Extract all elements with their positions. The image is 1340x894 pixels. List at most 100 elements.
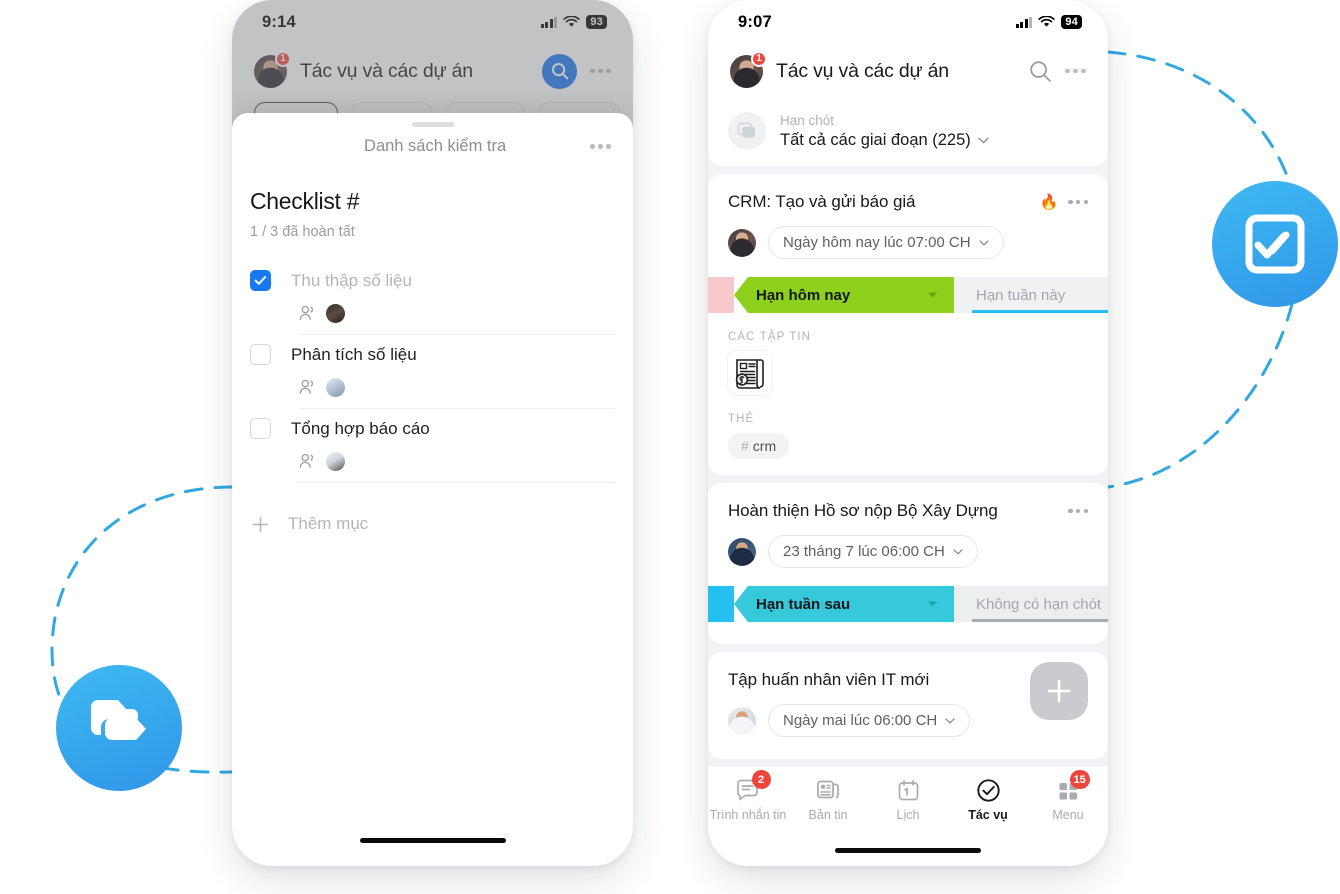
checklist-bottom-sheet: Danh sách kiểm tra Checklist # 1 / 3 đã … xyxy=(232,113,633,866)
list-item[interactable]: Phân tích số liệu xyxy=(250,344,615,418)
list-item[interactable]: Thu thập số liệu xyxy=(250,270,615,344)
add-item-button[interactable]: Thêm mục xyxy=(250,492,615,534)
checkbox-item-1[interactable] xyxy=(250,270,271,291)
battery-indicator: 94 xyxy=(1061,15,1082,29)
task-assignee-avatar[interactable] xyxy=(728,537,756,566)
task-due-date[interactable]: Ngày mai lúc 06:00 CH xyxy=(768,704,971,737)
folders-icon xyxy=(91,700,146,740)
task-card[interactable]: Tập huấn nhân viên IT mới Ngày mai lúc 0… xyxy=(708,652,1108,759)
page-title: Tác vụ và các dự án xyxy=(776,59,949,82)
stack-glyph xyxy=(737,122,755,138)
task-more-options-icon[interactable] xyxy=(1068,508,1088,514)
checklist-name: Checklist # xyxy=(250,188,360,214)
stage-current-label: Hạn hôm nay xyxy=(756,286,851,304)
flame-icon: 🔥 xyxy=(1039,193,1059,211)
checkbox-item-2[interactable] xyxy=(250,344,271,365)
task-due-date-text: Ngày hôm nay lúc 07:00 CH xyxy=(783,234,971,251)
task-assignee-avatar[interactable] xyxy=(728,706,756,735)
sheet-body: Checklist # 1 / 3 đã hoàn tất Thu thập s xyxy=(232,156,633,534)
checklist-item-label: Thu thập số liệu xyxy=(291,270,412,290)
task-due-date[interactable]: Ngày hôm nay lúc 07:00 CH xyxy=(768,226,1004,259)
stage-current-label: Hạn tuần sau xyxy=(756,595,851,613)
left-phone-screen: 9:14 93 1 Tác vụ và các dự án Danh sách … xyxy=(232,0,633,866)
nav-item-menu[interactable]: 15 Menu xyxy=(1028,770,1108,822)
right-phone-screen: 9:07 94 1 Tác vụ và các dự án Hạn chót T… xyxy=(708,0,1108,866)
assignee-avatar xyxy=(326,303,345,323)
files-section-label: CÁC TẬP TIN xyxy=(728,331,812,343)
nav-item-tasks[interactable]: Tác vụ xyxy=(948,778,1028,822)
chevron-down-icon xyxy=(978,137,989,144)
deadline-filter-row[interactable]: Hạn chót Tất cả các giai đoạn (225) xyxy=(708,98,1108,166)
search-button[interactable] xyxy=(1029,60,1052,83)
task-list-scroll[interactable]: Hạn chót Tất cả các giai đoạn (225) CRM:… xyxy=(708,98,1108,866)
calendar-icon xyxy=(897,778,920,802)
avatar[interactable]: 1 xyxy=(730,50,767,88)
sheet-more-options-icon[interactable] xyxy=(590,144,611,149)
checkbox-double-check-icon-badge xyxy=(1212,181,1338,307)
stage-current-chip[interactable]: Hạn hôm nay xyxy=(734,277,954,313)
grid-menu-icon: 15 xyxy=(1057,770,1090,802)
right-phone-frame: 9:07 94 1 Tác vụ và các dự án Hạn chót T… xyxy=(708,0,1108,866)
left-phone-frame: 9:14 93 1 Tác vụ và các dự án Danh sách … xyxy=(232,0,633,866)
tags-section-label: THẺ xyxy=(728,413,755,425)
assignee-avatar xyxy=(326,451,345,471)
filter-label: Hạn chót xyxy=(780,113,835,129)
sheet-header: Danh sách kiểm tra xyxy=(232,127,633,156)
divider xyxy=(299,482,615,483)
add-item-label: Thêm mục xyxy=(288,514,369,533)
task-due-date-text: 23 tháng 7 lúc 06:00 CH xyxy=(783,543,945,560)
tag-chip[interactable]: # crm xyxy=(728,433,790,459)
task-due-date[interactable]: 23 tháng 7 lúc 06:00 CH xyxy=(768,535,978,568)
folders-icon-badge xyxy=(56,665,182,791)
status-bar: 9:07 94 xyxy=(708,0,1108,44)
tag-label: crm xyxy=(752,438,777,454)
list-item[interactable]: Tổng hợp báo cáo xyxy=(250,418,615,492)
task-card[interactable]: Hoàn thiện Hồ sơ nộp Bộ Xây Dựng 23 thán… xyxy=(708,483,1108,644)
plus-icon xyxy=(252,516,269,532)
decorative-dashed-arcs xyxy=(50,50,1302,774)
nav-badge: 15 xyxy=(1069,770,1090,789)
checkbox-item-3[interactable] xyxy=(250,418,271,439)
home-indicator xyxy=(835,848,981,853)
wifi-icon xyxy=(1038,16,1056,27)
nav-item-calendar[interactable]: Lịch xyxy=(868,778,948,822)
task-title: Hoàn thiện Hồ sơ nộp Bộ Xây Dựng xyxy=(728,501,998,520)
nav-label: Bản tin xyxy=(808,808,848,822)
checklist-items: Thu thập số liệu Phân tích số liệu Tổng … xyxy=(250,270,615,534)
checklist-item-assignees[interactable] xyxy=(250,302,615,324)
invoice-document-icon[interactable] xyxy=(728,351,772,395)
checklist-item-assignees[interactable] xyxy=(250,376,615,398)
task-card[interactable]: CRM: Tạo và gửi báo giá 🔥 Ngày hôm nay l… xyxy=(708,174,1108,475)
nav-item-messenger[interactable]: 2 Trình nhắn tin xyxy=(708,770,788,822)
nav-label: Tác vụ xyxy=(968,808,1008,822)
filter-value[interactable]: Tất cả các giai đoạn (225) xyxy=(780,131,1088,150)
more-options-icon[interactable] xyxy=(1065,68,1086,74)
task-more-options-icon[interactable] xyxy=(1068,199,1088,205)
nav-badge: 2 xyxy=(751,770,771,789)
checkbox-double-check-icon xyxy=(1245,214,1305,274)
stage-current-chip[interactable]: Hạn tuần sau xyxy=(734,586,954,622)
nav-label: Lịch xyxy=(896,808,920,822)
chevron-down-icon xyxy=(978,239,989,246)
sheet-title: Danh sách kiểm tra xyxy=(364,137,507,155)
stage-next-slot[interactable]: Không có hạn chót xyxy=(954,586,1108,622)
checklist-progress: 1 / 3 đã hoàn tất xyxy=(250,224,355,240)
nav-item-newsfeed[interactable]: Bản tin xyxy=(788,778,868,822)
stage-edge-marker xyxy=(708,586,734,622)
checklist-item-label: Tổng hợp báo cáo xyxy=(291,418,430,438)
stage-bar[interactable]: Hạn hôm nay Hạn tuần này xyxy=(708,277,1108,313)
caret-down-icon xyxy=(927,601,938,607)
avatar-notification-badge: 1 xyxy=(751,50,767,67)
checklist-item-assignees[interactable] xyxy=(250,450,615,472)
stage-next-label: Hạn tuần này xyxy=(976,286,1066,304)
canvas: 9:14 93 1 Tác vụ và các dự án Danh sách … xyxy=(0,0,1340,894)
nav-label: Trình nhắn tin xyxy=(709,808,787,822)
stage-next-underline xyxy=(972,310,1108,313)
task-assignee-avatar[interactable] xyxy=(728,228,756,257)
stage-bar[interactable]: Hạn tuần sau Không có hạn chót xyxy=(708,586,1108,622)
add-task-button[interactable] xyxy=(1030,662,1088,720)
check-icon xyxy=(254,276,267,285)
app-header: 1 Tác vụ và các dự án xyxy=(708,44,1108,98)
task-due-date-text: Ngày mai lúc 06:00 CH xyxy=(783,712,938,729)
stage-next-slot[interactable]: Hạn tuần này xyxy=(954,277,1108,313)
